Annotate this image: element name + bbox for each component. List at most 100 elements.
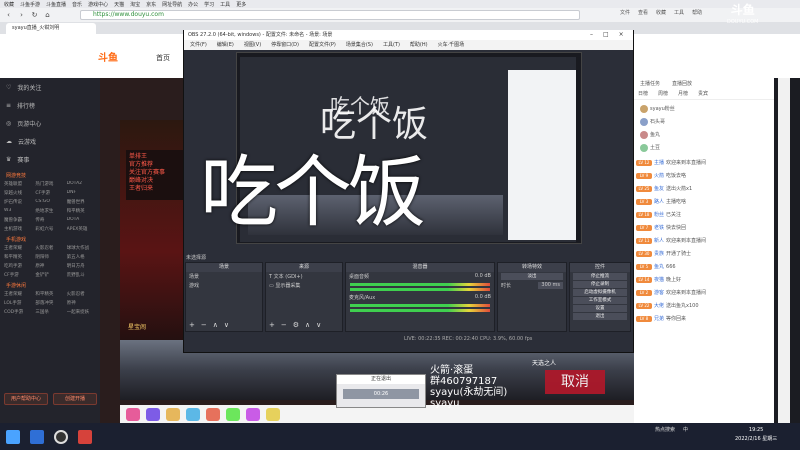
volume-meter[interactable] [350,304,490,307]
replay-link[interactable]: 直播回放 [672,80,692,87]
category-link[interactable]: 穿越火线 [4,190,33,196]
category-link[interactable]: 英雄联盟 [4,181,33,187]
bookmark-item[interactable]: 学习 [204,1,214,8]
menu-item[interactable]: 停靠窗口(D) [271,40,299,50]
sidebar-item-follow[interactable]: ♡ 我的关注 [0,78,100,96]
douyu-logo[interactable]: 斗鱼 [98,49,118,64]
category-link[interactable]: 原神 [67,300,96,306]
category-link[interactable]: 炉石传说 [4,199,33,205]
category-link[interactable]: 部落冲突 [35,300,64,306]
category-link[interactable]: 魔兽争霸 [4,217,33,223]
menu-item[interactable]: 配置文件(P) [309,40,336,50]
category-link[interactable]: 金铲铲 [35,272,64,278]
category-link[interactable]: COD手游 [4,309,33,315]
gift-icon[interactable] [126,407,140,421]
gift-icon[interactable] [206,407,220,421]
menu-item[interactable]: 火车·千图场 [438,40,465,50]
rank-row[interactable]: 土豆 [638,141,770,154]
category-link[interactable]: 荒野乱斗 [67,272,96,278]
category-link[interactable]: 主机游戏 [4,226,33,232]
tab-day[interactable]: 日榜 [638,90,648,97]
settings-button[interactable]: 设置 [573,305,627,312]
scene-item[interactable]: 游戏 [186,281,262,290]
minimize-icon[interactable]: – [590,30,593,40]
category-link[interactable]: CS:GO [35,199,64,205]
studio-mode-button[interactable]: 工作室模式 [573,297,627,304]
menu-item[interactable]: 收藏 [656,9,666,16]
gift-icon[interactable] [266,407,280,421]
app-icon[interactable] [78,429,92,444]
address-bar[interactable]: https://www.douyu.com [80,10,580,20]
menu-item[interactable]: 帮助 [692,9,702,16]
home-link[interactable]: 首页 [156,53,170,63]
remove-icon[interactable]: − [281,321,287,329]
help-center-button[interactable]: 用户帮助中心 [4,393,48,405]
category-link[interactable]: 火影忍者 [67,291,96,297]
volume-meter[interactable] [350,309,490,312]
bookmark-item[interactable]: 淘宝 [130,1,140,8]
add-icon[interactable]: + [189,321,195,329]
bookmark-item[interactable]: 办公 [188,1,198,8]
browser-icon[interactable] [30,429,44,444]
tab-douyu[interactable]: syayu直播_火钳刘明 [6,23,96,34]
category-link[interactable]: DOTA [67,217,96,223]
exit-button[interactable]: 退出 [573,313,627,320]
maximize-icon[interactable]: □ [603,30,609,40]
category-link[interactable]: CF手游 [4,272,33,278]
gift-icon[interactable] [226,407,240,421]
category-link[interactable]: 和平精英 [35,291,64,297]
obs-icon[interactable] [54,429,68,444]
bookmark-item[interactable]: 游戏中心 [88,1,108,8]
category-link[interactable]: 魔兽世界 [67,199,96,205]
home-icon[interactable]: ⌂ [43,11,52,20]
category-link[interactable]: 和平精英 [4,254,33,260]
gift-icon[interactable] [186,407,200,421]
up-icon[interactable]: ∧ [213,321,218,329]
task-link[interactable]: 主播任务 [640,80,660,87]
sidebar-item-rank[interactable]: ≡ 排行榜 [0,96,100,114]
cancel-button[interactable]: 取消 [545,370,605,394]
volume-meter[interactable] [350,283,490,286]
add-icon[interactable]: + [269,321,275,329]
duration-input[interactable]: 300 ms [538,282,563,289]
category-link[interactable]: DNF [67,190,96,196]
category-link[interactable]: 传奇 [35,217,64,223]
start-icon[interactable] [6,429,20,444]
tab-week[interactable]: 周榜 [658,90,668,97]
menu-item[interactable]: 编辑(E) [217,40,234,50]
clock[interactable]: 19:25 2022/2/16 星期三 [735,426,777,444]
down-icon[interactable]: ∨ [224,321,229,329]
bookmark-item[interactable]: 更多 [236,1,246,8]
menu-item[interactable]: 文件(F) [190,40,207,50]
category-link[interactable]: 火影忍者 [35,245,64,251]
sidebar-item-cloudgame[interactable]: ☁ 云游戏 [0,132,100,150]
category-link[interactable]: 三国杀 [35,309,64,315]
rank-row[interactable]: 鱼丸 [638,128,770,141]
category-link[interactable]: 明日方舟 [67,263,96,269]
tab-vip[interactable]: 贵宾 [698,90,708,97]
menu-item[interactable]: 帮助(H) [410,40,428,50]
category-link[interactable]: 第五人格 [67,254,96,260]
page-scrollbar[interactable] [778,78,790,423]
category-link[interactable]: 球球大作战 [67,245,96,251]
bookmark-item[interactable]: 斗鱼直播 [46,1,66,8]
category-link[interactable]: APEX英雄 [67,226,96,232]
menu-item[interactable]: 查看 [638,9,648,16]
scene-item[interactable]: 场景 [186,272,262,281]
bookmark-item[interactable]: 工具 [220,1,230,8]
transition-select[interactable]: 淡出 [501,273,563,280]
bookmark-item[interactable]: 京东 [146,1,156,8]
category-link[interactable]: 彩虹六号 [35,226,64,232]
tab-month[interactable]: 月榜 [678,90,688,97]
stop-stream-button[interactable]: 停止推流 [573,273,627,280]
category-link[interactable]: 绝地求生 [35,208,64,214]
gift-icon[interactable] [246,407,260,421]
category-link[interactable]: 王者荣耀 [4,245,33,251]
back-icon[interactable]: ‹ [4,11,13,20]
gift-icon[interactable] [146,407,160,421]
gear-icon[interactable]: ⚙ [293,321,299,329]
category-link[interactable]: CF手游 [35,190,64,196]
category-link[interactable]: 吃鸡手游 [4,263,33,269]
menu-item[interactable]: 工具(T) [383,40,400,50]
bookmark-item[interactable]: 网址导航 [162,1,182,8]
